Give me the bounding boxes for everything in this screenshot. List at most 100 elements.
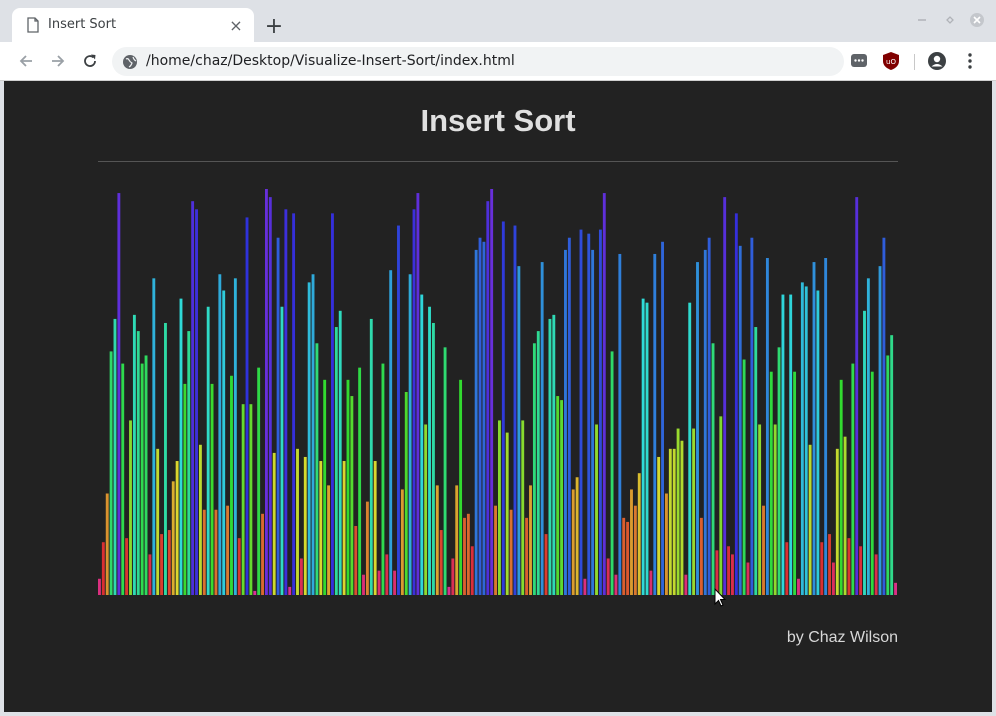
- sort-bar: [618, 253, 622, 595]
- sort-bar: [521, 420, 525, 595]
- sort-bar: [882, 237, 886, 595]
- sort-bar: [711, 343, 715, 595]
- sort-bar: [820, 542, 824, 595]
- sort-bar: [373, 461, 377, 595]
- sort-bar: [808, 444, 812, 595]
- sort-bar: [719, 416, 723, 595]
- sort-bar: [622, 517, 626, 595]
- sort-bar: [284, 209, 288, 595]
- svg-text:uO: uO: [886, 58, 896, 66]
- sort-bar: [696, 262, 699, 595]
- tab-insert-sort[interactable]: Insert Sort ×: [12, 8, 254, 42]
- sort-bar: [614, 574, 618, 595]
- sort-bar: [474, 249, 478, 595]
- sort-bar: [397, 225, 400, 595]
- kebab-menu-icon[interactable]: [960, 51, 980, 71]
- chat-extension-icon[interactable]: [849, 51, 869, 71]
- sort-bar: [264, 189, 268, 595]
- sort-bar: [789, 294, 793, 595]
- sort-bar: [835, 448, 839, 595]
- sort-bar: [668, 448, 672, 595]
- sort-bar: [167, 530, 171, 595]
- sort-bar: [389, 270, 393, 595]
- sort-bar: [125, 538, 129, 595]
- sort-bar: [222, 290, 226, 595]
- tab-close-icon[interactable]: ×: [226, 15, 246, 35]
- sort-bar: [890, 335, 894, 595]
- forward-arrow-icon[interactable]: [46, 49, 70, 73]
- sort-bar: [428, 306, 431, 595]
- sort-bar: [540, 262, 544, 595]
- ublock-shield-icon[interactable]: uO: [881, 51, 901, 71]
- sort-bar: [98, 578, 101, 595]
- sort-bar: [451, 558, 455, 595]
- sort-visualization: [98, 189, 897, 595]
- sort-bar: [894, 582, 897, 595]
- sort-bar: [175, 461, 179, 595]
- sort-bar: [276, 237, 280, 595]
- sort-bar: [412, 209, 416, 595]
- sort-bar: [121, 363, 125, 595]
- sort-bar: [828, 534, 831, 595]
- maximize-icon[interactable]: [942, 12, 958, 28]
- browser-toolbar: /home/chaz/Desktop/Visualize-Insert-Sort…: [0, 42, 996, 81]
- sort-bar: [377, 570, 381, 595]
- sort-bar: [156, 448, 160, 595]
- globe-icon[interactable]: [122, 54, 138, 70]
- sort-bar: [680, 440, 684, 595]
- sort-bar: [385, 554, 389, 595]
- sort-bar: [362, 574, 365, 595]
- sort-bar: [598, 229, 602, 595]
- mouse-cursor-icon: [714, 588, 726, 607]
- close-icon[interactable]: [969, 12, 985, 28]
- sort-bar: [400, 489, 404, 595]
- new-tab-button[interactable]: +: [262, 14, 286, 39]
- sort-bar: [369, 318, 373, 595]
- sort-bar: [237, 538, 241, 595]
- sort-bar: [459, 379, 463, 595]
- sort-bar: [738, 245, 742, 595]
- sort-bar: [350, 396, 354, 595]
- sort-bar: [164, 322, 167, 595]
- sort-bar: [583, 578, 587, 595]
- sort-bar: [653, 253, 657, 595]
- sort-bar: [851, 363, 855, 595]
- sort-bar: [233, 278, 237, 595]
- sort-bar: [319, 461, 323, 595]
- profile-icon[interactable]: [927, 51, 947, 71]
- sort-bar: [268, 197, 272, 595]
- sort-bar: [218, 274, 222, 595]
- sort-bar: [144, 355, 148, 595]
- sort-bar: [299, 558, 303, 595]
- sort-bar: [664, 493, 668, 595]
- sort-bar: [342, 461, 346, 595]
- url-text[interactable]: /home/chaz/Desktop/Visualize-Insert-Sort…: [146, 53, 515, 69]
- sort-bar: [595, 424, 598, 595]
- sort-bar: [117, 193, 121, 595]
- address-bar[interactable]: /home/chaz/Desktop/Visualize-Insert-Sort…: [112, 47, 844, 76]
- sort-bar: [676, 428, 680, 595]
- sort-bar: [699, 517, 703, 595]
- sort-bar: [195, 209, 198, 595]
- sort-bar: [684, 574, 688, 595]
- sort-bar: [354, 525, 358, 595]
- minimize-icon[interactable]: [914, 12, 930, 28]
- sort-bar: [517, 266, 521, 595]
- reload-icon[interactable]: [78, 49, 102, 73]
- sort-bar: [191, 201, 195, 595]
- sort-bar: [113, 318, 117, 595]
- sort-bar: [482, 241, 486, 595]
- sort-bar: [261, 513, 264, 595]
- sort-bar: [443, 347, 447, 595]
- back-arrow-icon[interactable]: [14, 49, 38, 73]
- sort-bar: [214, 509, 218, 595]
- sort-bar: [272, 452, 276, 595]
- sort-bar: [198, 444, 202, 595]
- sort-bar: [645, 302, 649, 595]
- sort-bar: [843, 436, 847, 595]
- sort-bar: [567, 237, 571, 595]
- sort-bar: [602, 193, 606, 595]
- sort-bar: [754, 327, 758, 595]
- sort-bar: [866, 278, 870, 595]
- sort-bar: [393, 570, 397, 595]
